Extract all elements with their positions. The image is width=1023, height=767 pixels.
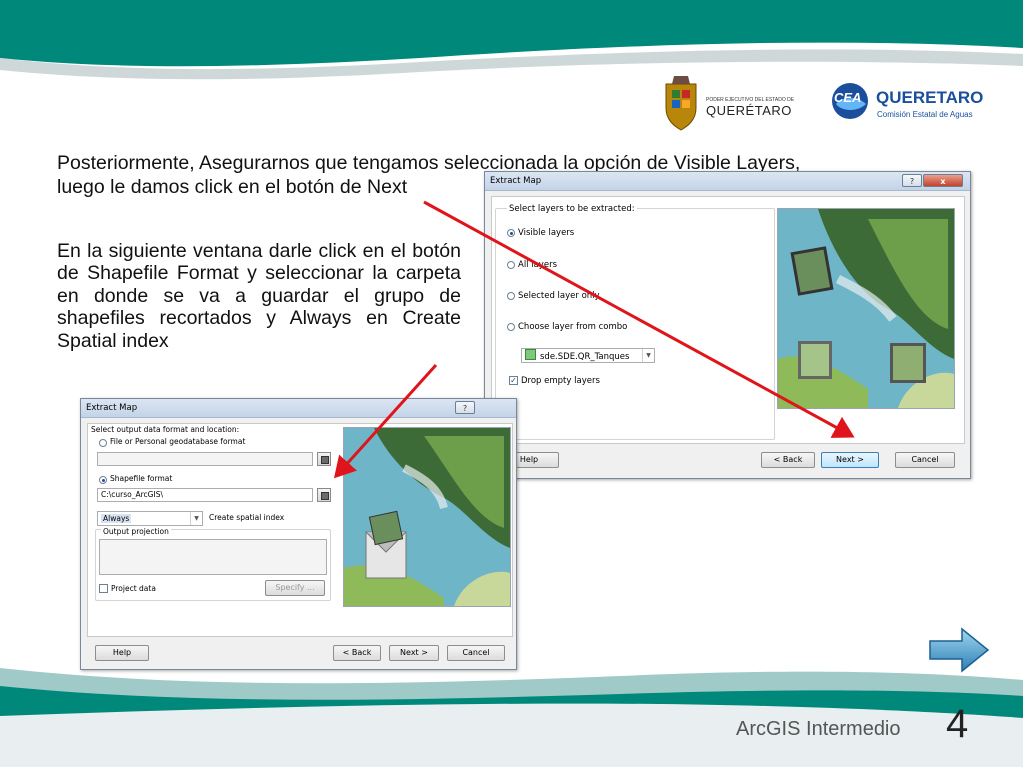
shapefile-format-label[interactable]: Shapefile format — [110, 474, 172, 483]
spatial-index-label: Create spatial index — [209, 513, 285, 522]
save-disk-icon[interactable] — [317, 488, 331, 502]
back-button[interactable]: < Back — [333, 645, 381, 661]
cea-logo: CEA QUERETARO Comisión Estatal de Aguas — [830, 80, 1000, 130]
close-button[interactable]: x — [923, 174, 963, 187]
file-format-label[interactable]: File or Personal geodatabase format — [110, 437, 245, 446]
map-envelope-illustration — [344, 428, 510, 606]
right-arrow-icon[interactable] — [928, 627, 990, 673]
next-button[interactable]: Next > — [389, 645, 439, 661]
page-number: 4 — [946, 702, 969, 746]
layer-combo-value: sde.SDE.QR_Tanques — [540, 352, 630, 362]
map-extraction-illustration — [778, 209, 954, 408]
spatial-index-combo[interactable]: Always ▼ — [97, 511, 203, 526]
wizard-illustration — [777, 208, 955, 409]
output-projection-box — [99, 539, 327, 575]
next-button[interactable]: Next > — [821, 452, 879, 468]
chevron-down-icon[interactable]: ▼ — [642, 349, 654, 362]
cea-name: QUERETARO — [876, 88, 984, 107]
extract-map-dialog-layers: Extract Map ? x Select layers to be extr… — [484, 171, 971, 479]
footer-title: ArcGIS Intermedio — [736, 718, 901, 740]
dialog-titlebar: Extract Map ? — [81, 399, 516, 418]
state-coat-of-arms-icon — [665, 76, 697, 131]
instruction-paragraph: En la siguiente ventana darle click en e… — [57, 240, 461, 352]
file-format-radio[interactable] — [99, 439, 107, 447]
help-button[interactable]: Help — [95, 645, 149, 661]
dialog-titlebar: Extract Map ? x — [485, 172, 970, 191]
help-title-button[interactable]: ? — [902, 174, 922, 187]
output-projection-label: Output projection — [101, 527, 171, 536]
file-path-input[interactable] — [97, 452, 313, 466]
all-layers-radio[interactable] — [507, 261, 515, 269]
wizard-illustration — [343, 427, 511, 607]
dialog-title: Extract Map — [490, 176, 542, 186]
cancel-button[interactable]: Cancel — [895, 452, 955, 468]
selected-layer-radio[interactable] — [507, 292, 515, 300]
state-logo-name: QUERÉTARO — [706, 103, 792, 118]
specify-button[interactable]: Specify ... — [265, 580, 325, 596]
shapefile-format-radio[interactable] — [99, 476, 107, 484]
spatial-index-value: Always — [101, 514, 132, 523]
visible-layers-label[interactable]: Visible layers — [518, 228, 574, 238]
help-title-button[interactable]: ? — [455, 401, 475, 414]
drop-empty-checkbox[interactable]: ✓ — [509, 376, 518, 385]
back-button[interactable]: < Back — [761, 452, 815, 468]
visible-layers-radio[interactable] — [507, 229, 515, 237]
choose-layer-label[interactable]: Choose layer from combo — [518, 322, 627, 332]
save-disk-icon[interactable] — [317, 452, 331, 466]
choose-layer-radio[interactable] — [507, 323, 515, 331]
group-label: Select output data format and location: — [91, 425, 240, 434]
state-logo: PODER EJECUTIVO DEL ESTADO DE QUERÉTARO — [660, 72, 800, 134]
selected-layer-label[interactable]: Selected layer only — [518, 291, 600, 301]
extract-map-dialog-output: Extract Map ? Select output data format … — [80, 398, 517, 670]
shapefile-path-input[interactable]: C:\curso_ArcGIS\ — [97, 488, 313, 502]
group-label: Select layers to be extracted: — [507, 204, 637, 214]
drop-empty-label[interactable]: Drop empty layers — [521, 376, 600, 386]
chevron-down-icon[interactable]: ▼ — [190, 512, 202, 525]
cea-mark: CEA — [834, 90, 862, 105]
dialog-title: Extract Map — [86, 403, 138, 413]
cea-subtitle: Comisión Estatal de Aguas — [877, 110, 973, 119]
all-layers-label[interactable]: All layers — [518, 260, 557, 270]
project-data-label[interactable]: Project data — [111, 584, 156, 593]
project-data-checkbox[interactable] — [99, 584, 108, 593]
layer-icon — [525, 349, 536, 360]
layer-combo[interactable]: sde.SDE.QR_Tanques ▼ — [521, 348, 655, 363]
cancel-button[interactable]: Cancel — [447, 645, 505, 661]
